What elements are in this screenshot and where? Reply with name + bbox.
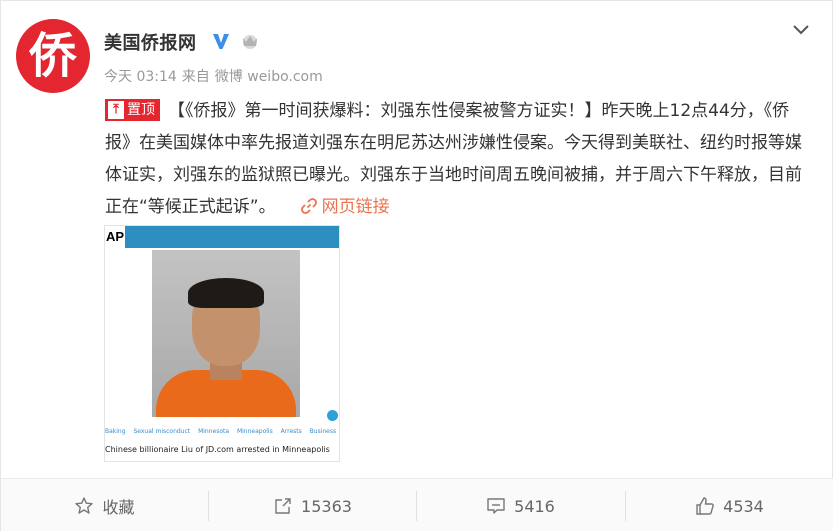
media-tag: Business: [309, 428, 337, 435]
media-badge-icon: [327, 410, 338, 421]
favorite-button[interactable]: 收藏: [1, 479, 208, 531]
media-tags: Baking Sexual misconduct Minnesota Minne…: [105, 428, 339, 435]
mugshot-photo: [152, 250, 300, 417]
web-link-label: 网页链接: [321, 197, 390, 217]
pinned-label: 置顶: [127, 101, 155, 118]
media-tag: Baking: [105, 428, 126, 435]
thumbs-up-icon: [696, 497, 714, 515]
verified-icon[interactable]: [211, 31, 231, 51]
link-icon: [300, 197, 317, 214]
post-meta: 今天 03:14 来自 微博 weibo.com: [104, 66, 328, 86]
post-source[interactable]: 微博 weibo.com: [215, 69, 323, 85]
member-crown-icon[interactable]: [239, 32, 261, 50]
comment-count: 5416: [514, 496, 555, 516]
ap-logo: AP: [105, 226, 125, 248]
media-thumbnail[interactable]: AP Baking Sexual misconduct Minnesota Mi…: [104, 225, 340, 462]
media-caption: Chinese billionaire Liu of JD.com arrest…: [105, 445, 330, 454]
post-text: 【《侨报》第一时间获爆料：刘强东性侵案被警方证实！】昨天晚上12点44分，《侨报…: [105, 101, 802, 217]
pinned-badge: ⤒ 置顶: [105, 98, 160, 121]
media-tag: Sexual misconduct: [133, 428, 191, 435]
post-time[interactable]: 今天 03:14: [104, 69, 177, 85]
like-count: 4534: [723, 496, 764, 516]
favorite-label: 收藏: [102, 498, 135, 517]
comment-icon: [487, 498, 505, 514]
repost-count: 15363: [301, 496, 352, 516]
post-content: ⤒ 置顶 【《侨报》第一时间获爆料：刘强东性侵案被警方证实！】昨天晚上12点44分，…: [105, 95, 805, 223]
media-tag: Minneapolis: [236, 428, 273, 435]
media-header-bar: [105, 226, 339, 248]
web-link[interactable]: 网页链接: [300, 197, 390, 217]
share-icon: [275, 498, 291, 514]
action-bar: 收藏 15363 5416 4534: [1, 478, 833, 531]
source-prefix: 来自: [181, 69, 210, 85]
comment-button[interactable]: 5416: [417, 479, 624, 531]
repost-button[interactable]: 15363: [209, 479, 416, 531]
pin-arrow-icon: ⤒: [108, 100, 124, 119]
chevron-down-icon[interactable]: [791, 19, 811, 39]
avatar[interactable]: 侨: [16, 19, 90, 93]
avatar-logo-text: 侨: [28, 28, 77, 84]
weibo-post-card: 侨 美国侨报网 今天 03:14 来自 微博 weibo.com ⤒ 置顶 【《侨报》第…: [0, 0, 833, 531]
media-tag: Minnesota: [198, 428, 230, 435]
author-name[interactable]: 美国侨报网: [104, 29, 197, 55]
star-icon: [75, 497, 94, 514]
like-button[interactable]: 4534: [626, 479, 833, 531]
media-tag: Arrests: [280, 428, 302, 435]
